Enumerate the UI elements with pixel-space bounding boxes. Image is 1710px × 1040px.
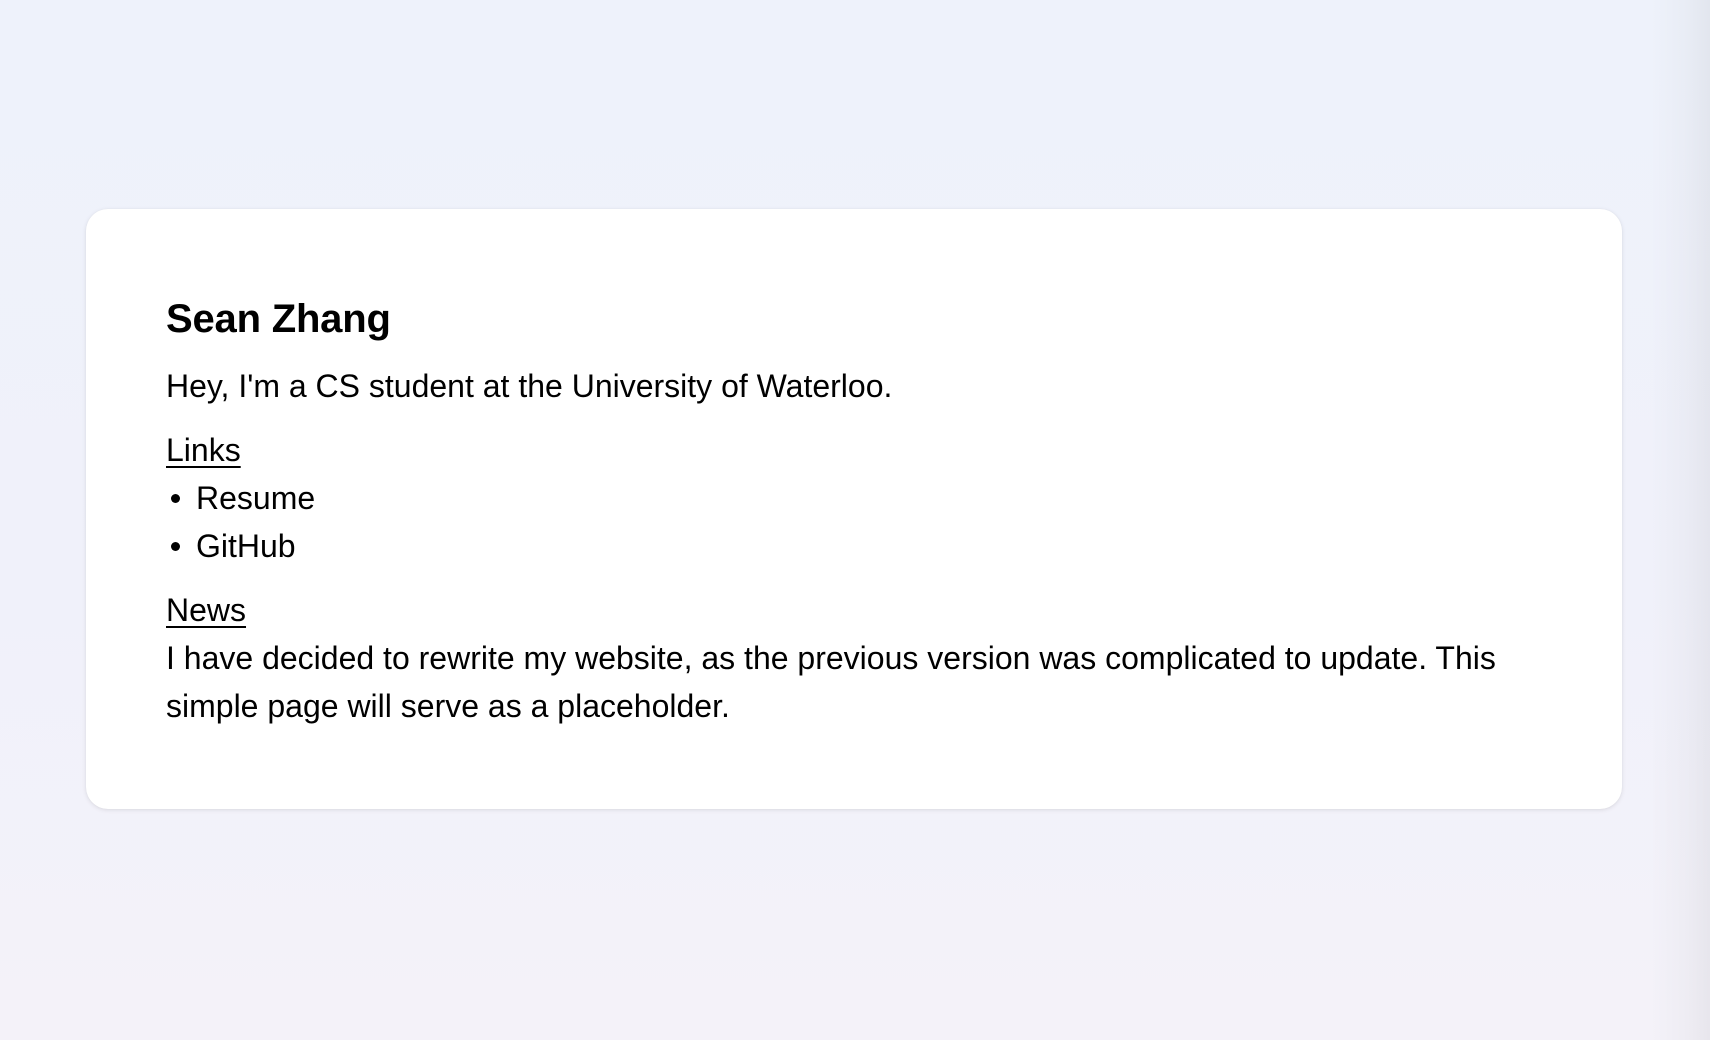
links-heading-link[interactable]: Links: [166, 426, 241, 474]
news-section: News I have decided to rewrite my websit…: [166, 586, 1542, 730]
intro-text: Hey, I'm a CS student at the University …: [166, 368, 893, 404]
links-list: Resume GitHub: [166, 474, 1542, 570]
list-item-resume: Resume: [166, 474, 1542, 522]
content-card: Sean Zhang Hey, I'm a CS student at the …: [86, 209, 1622, 809]
news-text: I have decided to rewrite my website, as…: [166, 640, 1496, 724]
bullet-icon: [171, 541, 180, 551]
bullet-icon: [171, 493, 180, 503]
page-title: Sean Zhang: [166, 297, 391, 341]
list-item-github: GitHub: [166, 522, 1542, 570]
page-edge-shade: [1650, 0, 1710, 1040]
links-section: Links Resume GitHub: [166, 410, 1542, 570]
github-link[interactable]: GitHub: [196, 522, 296, 570]
news-heading-link[interactable]: News: [166, 586, 246, 634]
resume-link[interactable]: Resume: [196, 474, 315, 522]
